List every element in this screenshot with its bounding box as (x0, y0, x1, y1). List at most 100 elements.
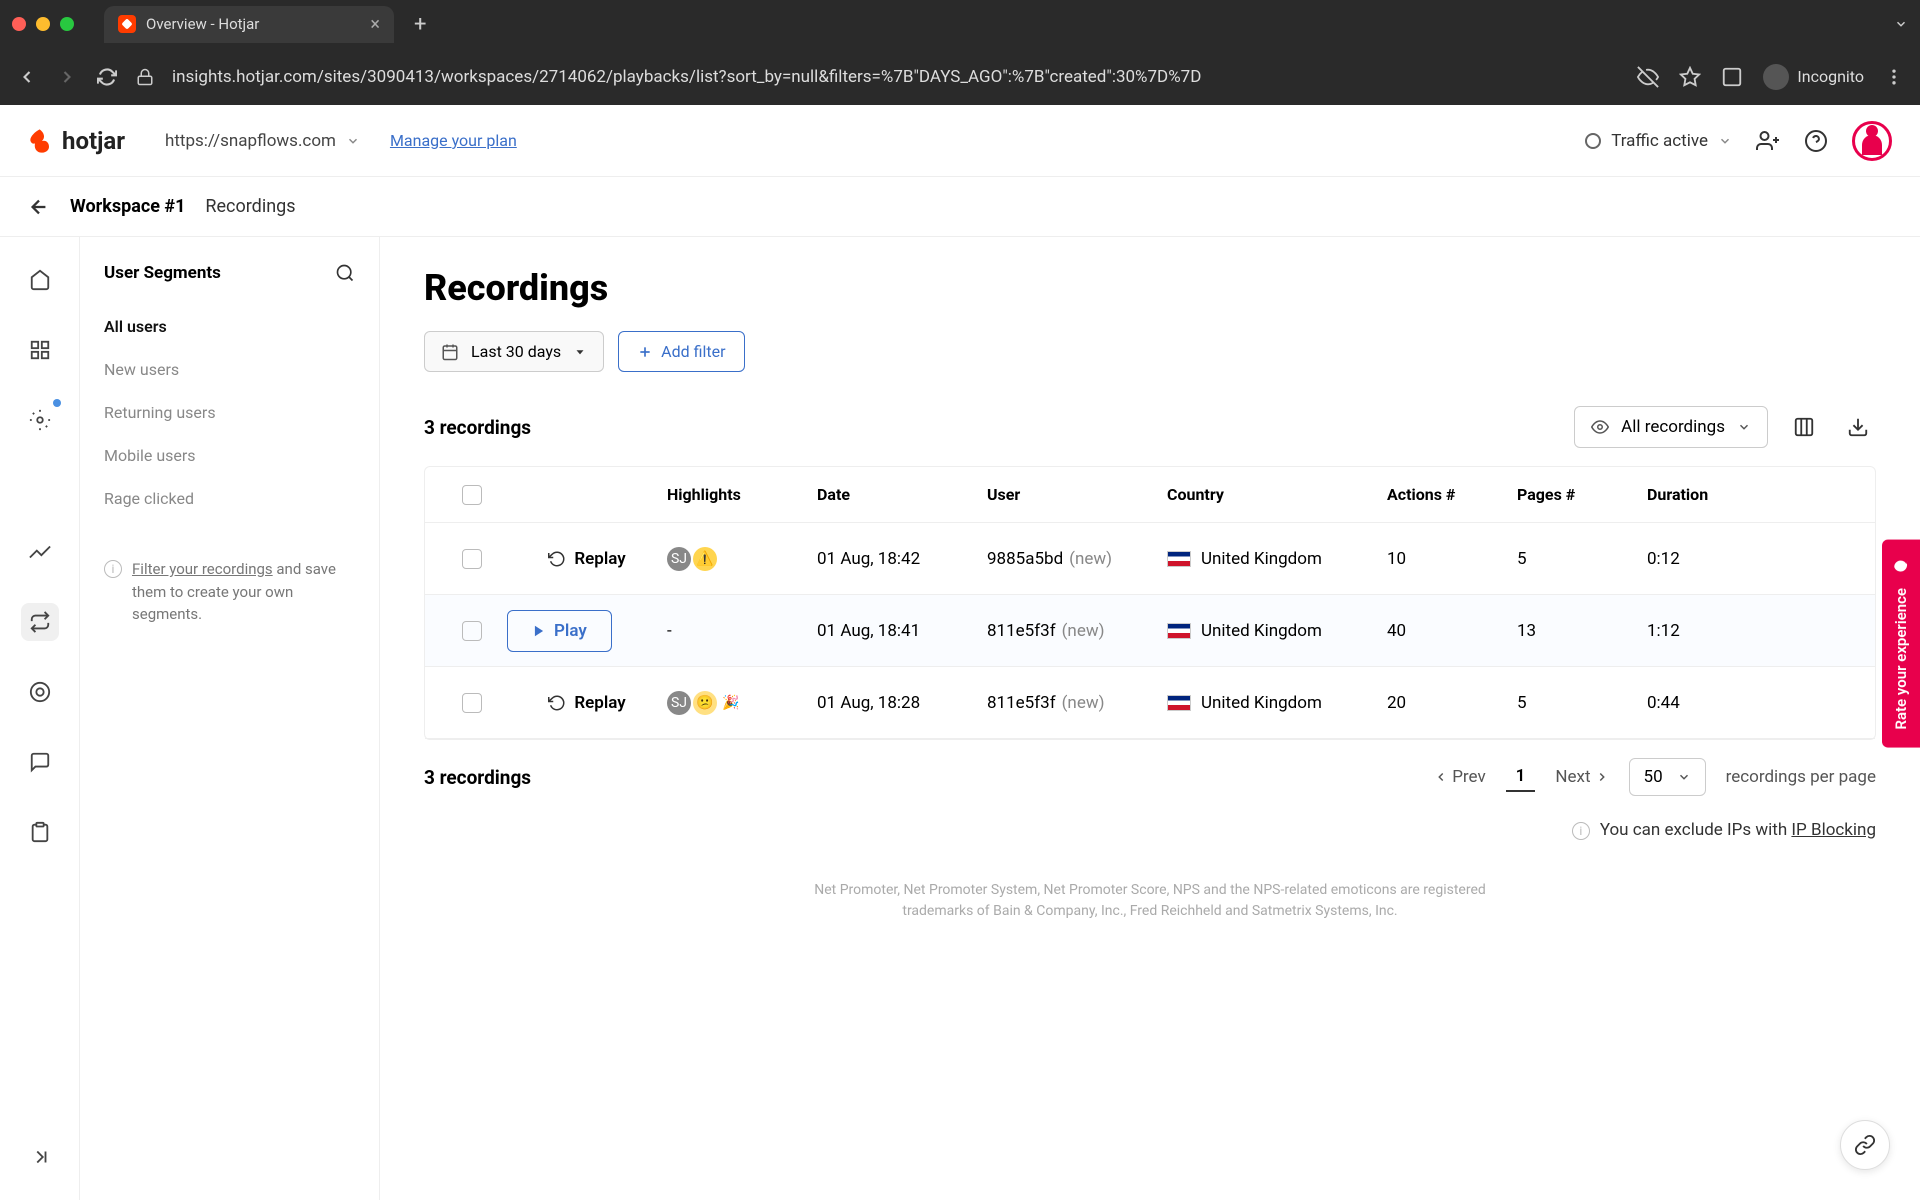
site-lock-icon[interactable] (136, 68, 154, 86)
flag-uk-icon (1167, 551, 1191, 567)
link-icon (1854, 1134, 1876, 1156)
add-filter-label: Add filter (661, 342, 725, 361)
highlights-cell: SJ😕🎉 (667, 691, 817, 715)
workspace-crumb[interactable]: Workspace #1 (70, 196, 185, 217)
nav-heatmaps[interactable] (21, 673, 59, 711)
segment-rage-clicked[interactable]: Rage clicked (104, 477, 355, 520)
nav-surveys[interactable] (21, 813, 59, 851)
eye-off-icon[interactable] (1637, 66, 1659, 88)
info-icon: i (104, 560, 122, 578)
tabs-overflow-icon[interactable] (1894, 17, 1908, 31)
ip-blocking-link[interactable]: IP Blocking (1791, 820, 1876, 840)
col-country[interactable]: Country (1167, 485, 1387, 504)
chevron-down-icon (346, 134, 360, 148)
prev-button[interactable]: Prev (1434, 767, 1485, 787)
nav-rail (0, 237, 80, 1200)
segment-returning-users[interactable]: Returning users (104, 391, 355, 434)
col-user[interactable]: User (987, 485, 1167, 504)
highlights-cell: SJ⚠️ (667, 547, 817, 571)
duration-cell: 0:12 (1647, 549, 1767, 569)
download-button[interactable] (1840, 409, 1876, 445)
current-page[interactable]: 1 (1506, 762, 1536, 792)
back-arrow[interactable] (28, 196, 50, 218)
new-tab-button[interactable]: + (414, 12, 426, 37)
nav-dashboard[interactable] (21, 331, 59, 369)
date-cell: 01 Aug, 18:41 (817, 621, 987, 641)
manage-plan-link[interactable]: Manage your plan (390, 131, 517, 150)
date-range-filter[interactable]: Last 30 days (424, 331, 604, 372)
close-window-button[interactable] (12, 17, 26, 31)
feedback-tab[interactable]: Rate your experience (1882, 540, 1920, 748)
filter-recordings-link[interactable]: Filter your recordings (132, 560, 273, 578)
highlight-badge: 😕 (693, 691, 717, 715)
table-row[interactable]: Replay SJ😕🎉 01 Aug, 18:28 811e5f3f(new) … (425, 667, 1875, 739)
close-tab-icon[interactable]: × (370, 14, 380, 35)
legal-text: Net Promoter, Net Promoter System, Net P… (790, 880, 1510, 922)
play-icon (532, 624, 546, 638)
next-button[interactable]: Next (1555, 767, 1608, 787)
col-date[interactable]: Date (817, 485, 987, 504)
nav-highlights[interactable] (21, 401, 59, 439)
replay-button[interactable]: Replay (507, 693, 667, 713)
date-cell: 01 Aug, 18:28 (817, 693, 987, 713)
browser-tab[interactable]: Overview - Hotjar × (104, 6, 394, 43)
col-duration[interactable]: Duration (1647, 485, 1767, 504)
reload-button[interactable] (96, 66, 118, 88)
back-button[interactable] (16, 66, 38, 88)
flag-uk-icon (1167, 623, 1191, 639)
segment-all-users[interactable]: All users (104, 305, 355, 348)
add-filter-button[interactable]: Add filter (618, 331, 744, 372)
feedback-tab-label: Rate your experience (1892, 588, 1910, 730)
duration-cell: 1:12 (1647, 621, 1767, 641)
maximize-window-button[interactable] (60, 17, 74, 31)
chevron-down-icon (1718, 134, 1732, 148)
help-icon[interactable] (1804, 129, 1828, 153)
per-page-select[interactable]: 50 (1629, 758, 1706, 796)
view-selector[interactable]: All recordings (1574, 406, 1768, 448)
row-checkbox[interactable] (462, 621, 482, 641)
forward-button[interactable] (56, 66, 78, 88)
hotjar-logo[interactable]: hotjar (28, 127, 125, 155)
view-selector-label: All recordings (1621, 417, 1725, 437)
table-header: Highlights Date User Country Actions # P… (425, 467, 1875, 523)
menu-icon[interactable] (1884, 67, 1904, 87)
bookmark-star-icon[interactable] (1679, 66, 1701, 88)
table-row[interactable]: Play - 01 Aug, 18:41 811e5f3f(new) Unite… (425, 595, 1875, 667)
footer-row: 3 recordings Prev 1 Next 50 recordings p… (424, 758, 1876, 796)
invite-user-icon[interactable] (1756, 129, 1780, 153)
nav-collapse[interactable] (21, 1138, 59, 1176)
replay-button[interactable]: Replay (507, 549, 667, 569)
nav-recordings[interactable] (21, 603, 59, 641)
col-actions[interactable]: Actions # (1387, 485, 1517, 504)
minimize-window-button[interactable] (36, 17, 50, 31)
share-link-button[interactable] (1840, 1120, 1890, 1170)
columns-button[interactable] (1786, 409, 1822, 445)
segments-panel: User Segments All users New users Return… (80, 237, 380, 1200)
col-pages[interactable]: Pages # (1517, 485, 1647, 504)
browser-chrome: Overview - Hotjar × + Incognito (0, 0, 1920, 105)
nav-feedback[interactable] (21, 743, 59, 781)
site-url: https://snapflows.com (165, 131, 336, 151)
play-button[interactable]: Play (507, 610, 612, 652)
nav-trends[interactable] (21, 533, 59, 571)
table-row[interactable]: Replay SJ⚠️ 01 Aug, 18:42 9885a5bd(new) … (425, 523, 1875, 595)
nav-home[interactable] (21, 261, 59, 299)
user-avatar[interactable] (1852, 121, 1892, 161)
row-checkbox[interactable] (462, 549, 482, 569)
user-cell: 811e5f3f(new) (987, 621, 1167, 641)
segments-title: User Segments (104, 263, 221, 283)
traffic-status-selector[interactable]: Traffic active (1585, 131, 1732, 151)
site-selector[interactable]: https://snapflows.com (165, 131, 360, 151)
col-highlights[interactable]: Highlights (667, 485, 817, 504)
row-checkbox[interactable] (462, 693, 482, 713)
url-field[interactable] (172, 67, 1619, 87)
extensions-icon[interactable] (1721, 66, 1743, 88)
select-all-checkbox[interactable] (462, 485, 482, 505)
segment-new-users[interactable]: New users (104, 348, 355, 391)
traffic-status-icon (1585, 133, 1601, 149)
incognito-badge[interactable]: Incognito (1763, 64, 1864, 90)
recordings-table: Highlights Date User Country Actions # P… (424, 466, 1876, 740)
segment-mobile-users[interactable]: Mobile users (104, 434, 355, 477)
segments-hint: i Filter your recordings and save them t… (104, 558, 355, 626)
search-icon[interactable] (335, 263, 355, 283)
